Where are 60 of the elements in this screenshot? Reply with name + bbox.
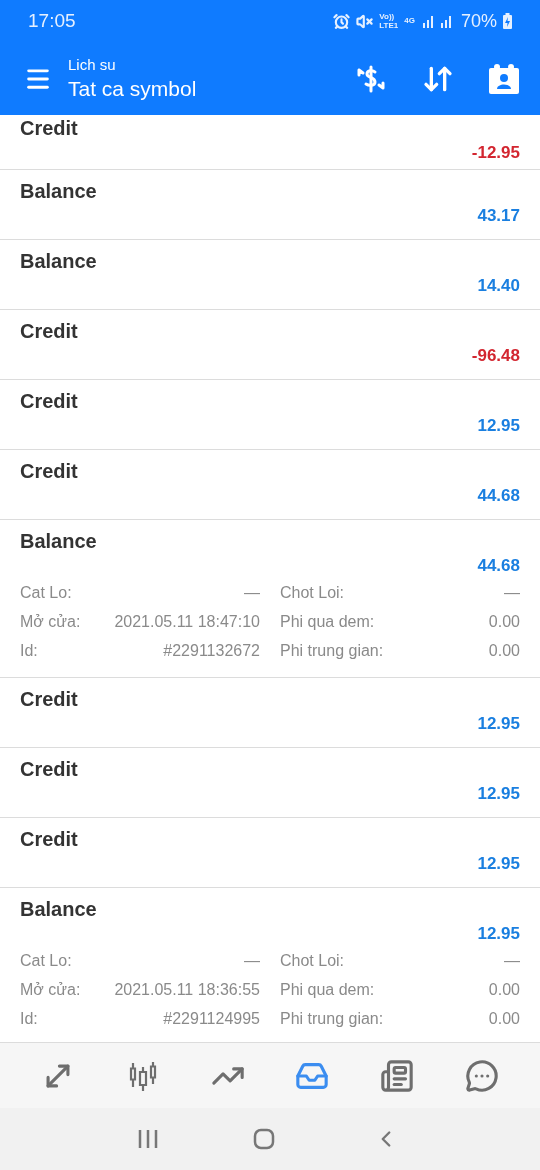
detail-label: Mở cửa: [20,980,81,1000]
detail-value: — [244,951,260,971]
detail-label: Cat Lo: [20,583,72,603]
entry-title: Balance [20,529,97,554]
detail-label: Phi trung gian: [280,641,384,661]
amount: 14.40 [477,275,520,297]
entry-title: Balance [20,179,97,204]
detail-label: Phi trung gian: [280,1009,384,1029]
amount: 12.95 [477,783,520,805]
amount: 12.95 [477,713,520,735]
detail-label: Id: [20,1009,38,1029]
detail-value: — [504,583,520,603]
volte-label: Vo)) LTE1 [379,12,399,30]
amount: 12.95 [477,415,520,437]
calendar-contact-button[interactable] [488,62,520,95]
detail-label: Phi qua dem: [280,612,375,632]
status-time: 17:05 [28,8,76,33]
detail-value: 0.00 [488,1009,520,1029]
data-label: 4G [404,15,415,27]
detail-value: 0.00 [488,980,520,1000]
detail-value: — [504,951,520,971]
amount: 44.68 [477,485,520,507]
amount: -96.48 [471,345,520,367]
detail-value: #2291124995 [163,1009,260,1029]
battery-icon [503,13,512,29]
detail-value: #2291132672 [163,641,260,661]
entry-title: Credit [20,687,78,712]
mute-icon [356,12,374,30]
alarm-icon [333,12,351,30]
amount: 12.95 [477,853,520,875]
chat-bubble-icon [464,1058,499,1093]
battery-percent: 70% [460,9,497,33]
entry-title: Credit [20,389,78,414]
header-title: Tat ca symbol [68,75,197,102]
entry-title: Credit [20,319,78,344]
amount: 44.68 [477,555,520,577]
entry-title: Balance [20,249,97,274]
entry-title: Balance [20,897,97,922]
home-button[interactable] [253,1128,275,1150]
detail-value: 2021.05.11 18:47:10 [114,612,260,632]
entry-title: Credit [20,116,78,141]
amount: 43.17 [477,205,520,227]
amount: 12.95 [477,923,520,945]
detail-label: Chot Loi: [280,583,345,603]
detail-value: 0.00 [488,612,520,632]
newspaper-icon [379,1058,414,1093]
header-subtitle: Lich su [68,54,117,75]
detail-label: Phi qua dem: [280,980,375,1000]
detail-label: Mở cửa: [20,612,81,632]
detail-label: Cat Lo: [20,951,72,971]
detail-label: Id: [20,641,38,661]
detail-value: 0.00 [488,641,520,661]
entry-title: Credit [20,459,78,484]
detail-value: — [244,583,260,603]
amount: -12.95 [471,142,520,164]
detail-label: Chot Loi: [280,951,345,971]
entry-title: Credit [20,757,78,782]
detail-value: 2021.05.11 18:36:55 [114,980,260,1000]
recent-apps-button[interactable] [137,1128,159,1150]
entry-title: Credit [20,827,78,852]
